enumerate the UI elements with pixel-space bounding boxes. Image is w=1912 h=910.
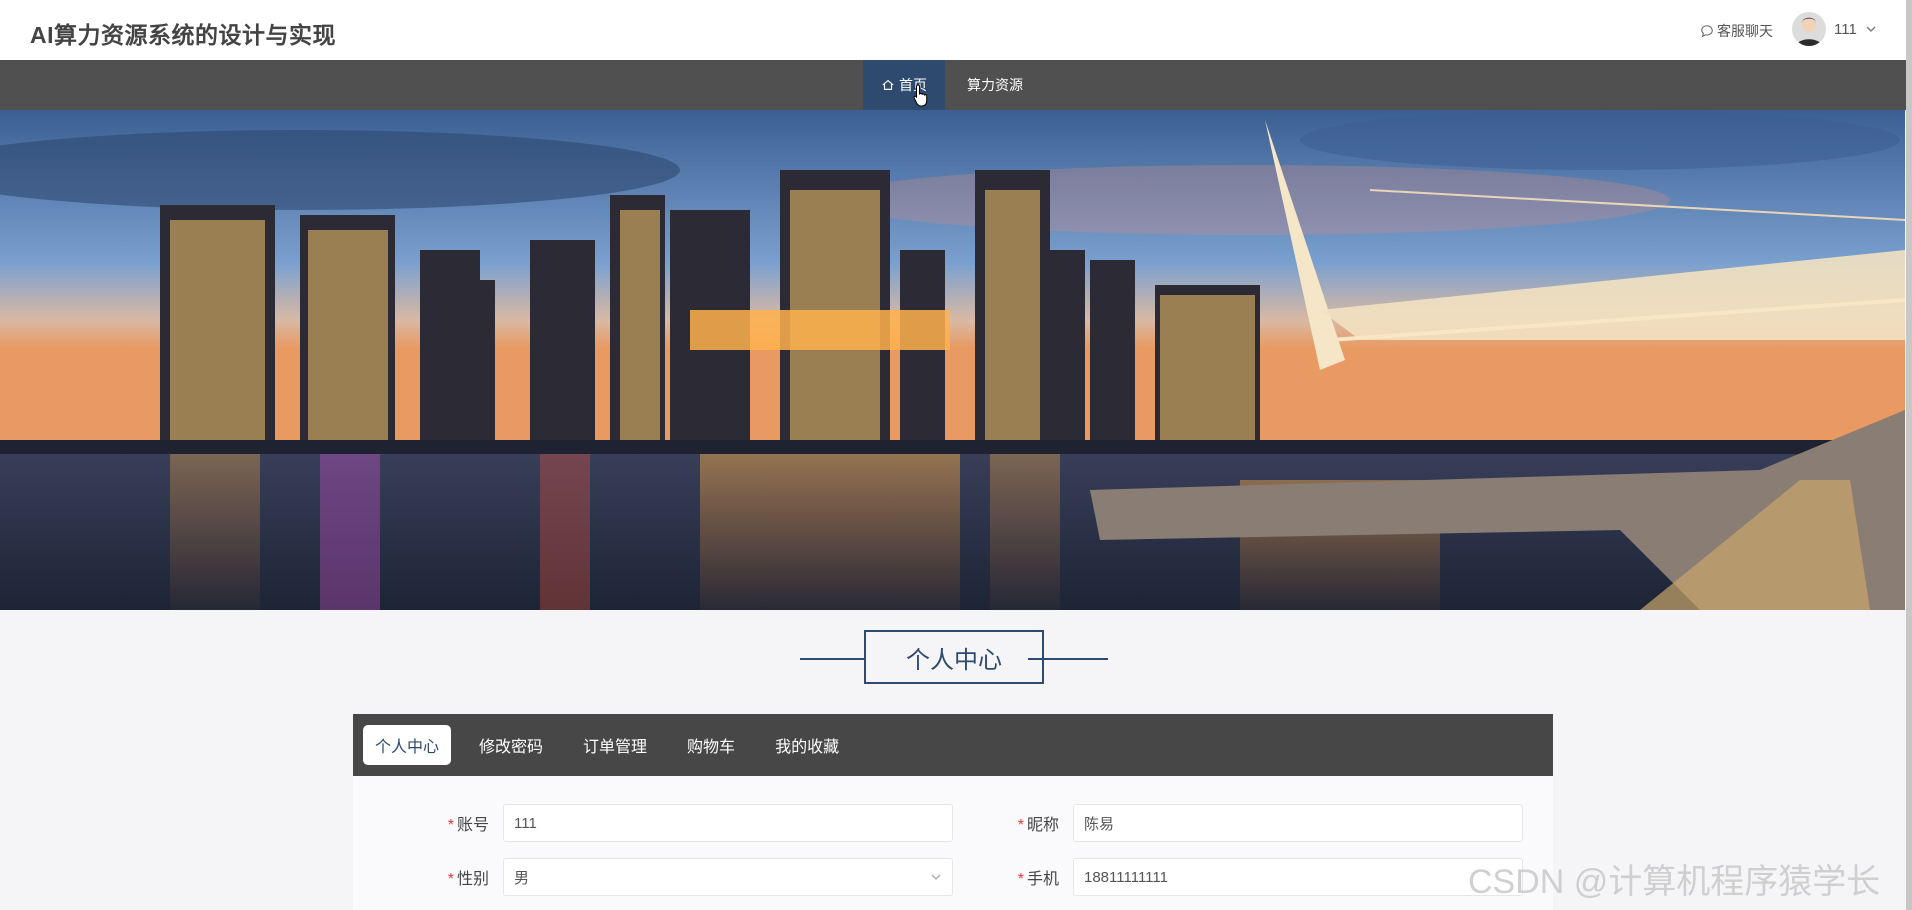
chat-label: 客服聊天 (1717, 23, 1773, 39)
avatar (1792, 12, 1826, 46)
section-title-label: 个人中心 (864, 630, 1044, 684)
customer-chat-link[interactable]: 客服聊天 (1700, 21, 1773, 41)
tab-my-favorites[interactable]: 我的收藏 (763, 725, 851, 765)
required-mark: * (447, 817, 454, 834)
city-skyline-image (0, 110, 1905, 610)
mouse-cursor-icon (913, 84, 928, 107)
account-label: 账号 (456, 817, 489, 834)
chat-bubble-icon (1701, 25, 1713, 38)
nickname-input[interactable]: 陈易 (1073, 804, 1523, 842)
nav-item-compute-resources[interactable]: 算力资源 (950, 60, 1040, 110)
home-icon (882, 79, 894, 90)
chevron-down-icon (1866, 26, 1876, 32)
section-title: 个人中心 (800, 630, 1108, 686)
title-divider-right (1028, 658, 1108, 660)
nav-compute-label: 算力资源 (967, 77, 1023, 93)
required-mark: * (1017, 817, 1024, 834)
required-mark: * (447, 871, 454, 888)
nickname-field: * 昵称 陈易 (1003, 804, 1523, 842)
required-mark: * (1017, 871, 1024, 888)
phone-field: * 手机 18811111111 (1003, 858, 1523, 896)
app-title: AI算力资源系统的设计与实现 (30, 22, 336, 48)
phone-input[interactable]: 18811111111 (1073, 858, 1523, 896)
tab-order-management[interactable]: 订单管理 (571, 725, 659, 765)
profile-form: * 账号 111 * 昵称 陈易 * 性别 男 * 手机 18811111111 (353, 776, 1553, 910)
csdn-watermark: CSDN @计算机程序猿学长 (1468, 863, 1881, 901)
page-scrollbar[interactable] (1906, 0, 1912, 910)
title-divider-left (800, 658, 864, 660)
tab-change-password[interactable]: 修改密码 (467, 725, 555, 765)
hero-banner (0, 110, 1905, 610)
account-field: * 账号 111 (433, 804, 953, 842)
profile-tabs: 个人中心 修改密码 订单管理 购物车 我的收藏 (353, 714, 1553, 776)
top-header: AI算力资源系统的设计与实现 客服聊天 111 (0, 0, 1912, 60)
nickname-label: 昵称 (1026, 817, 1059, 834)
user-menu[interactable]: 111 (1792, 12, 1877, 46)
user-name: 111 (1834, 20, 1857, 38)
main-nav: 首页 算力资源 (0, 60, 1912, 110)
tab-personal-center[interactable]: 个人中心 (363, 725, 452, 765)
chevron-down-icon (931, 874, 941, 880)
phone-label: 手机 (1026, 871, 1059, 888)
gender-field: * 性别 男 (433, 858, 953, 896)
tab-shopping-cart[interactable]: 购物车 (675, 725, 747, 765)
nav-item-home[interactable]: 首页 (863, 60, 945, 110)
gender-label: 性别 (456, 871, 489, 888)
account-input[interactable]: 111 (503, 804, 953, 842)
gender-select[interactable]: 男 (503, 858, 953, 896)
